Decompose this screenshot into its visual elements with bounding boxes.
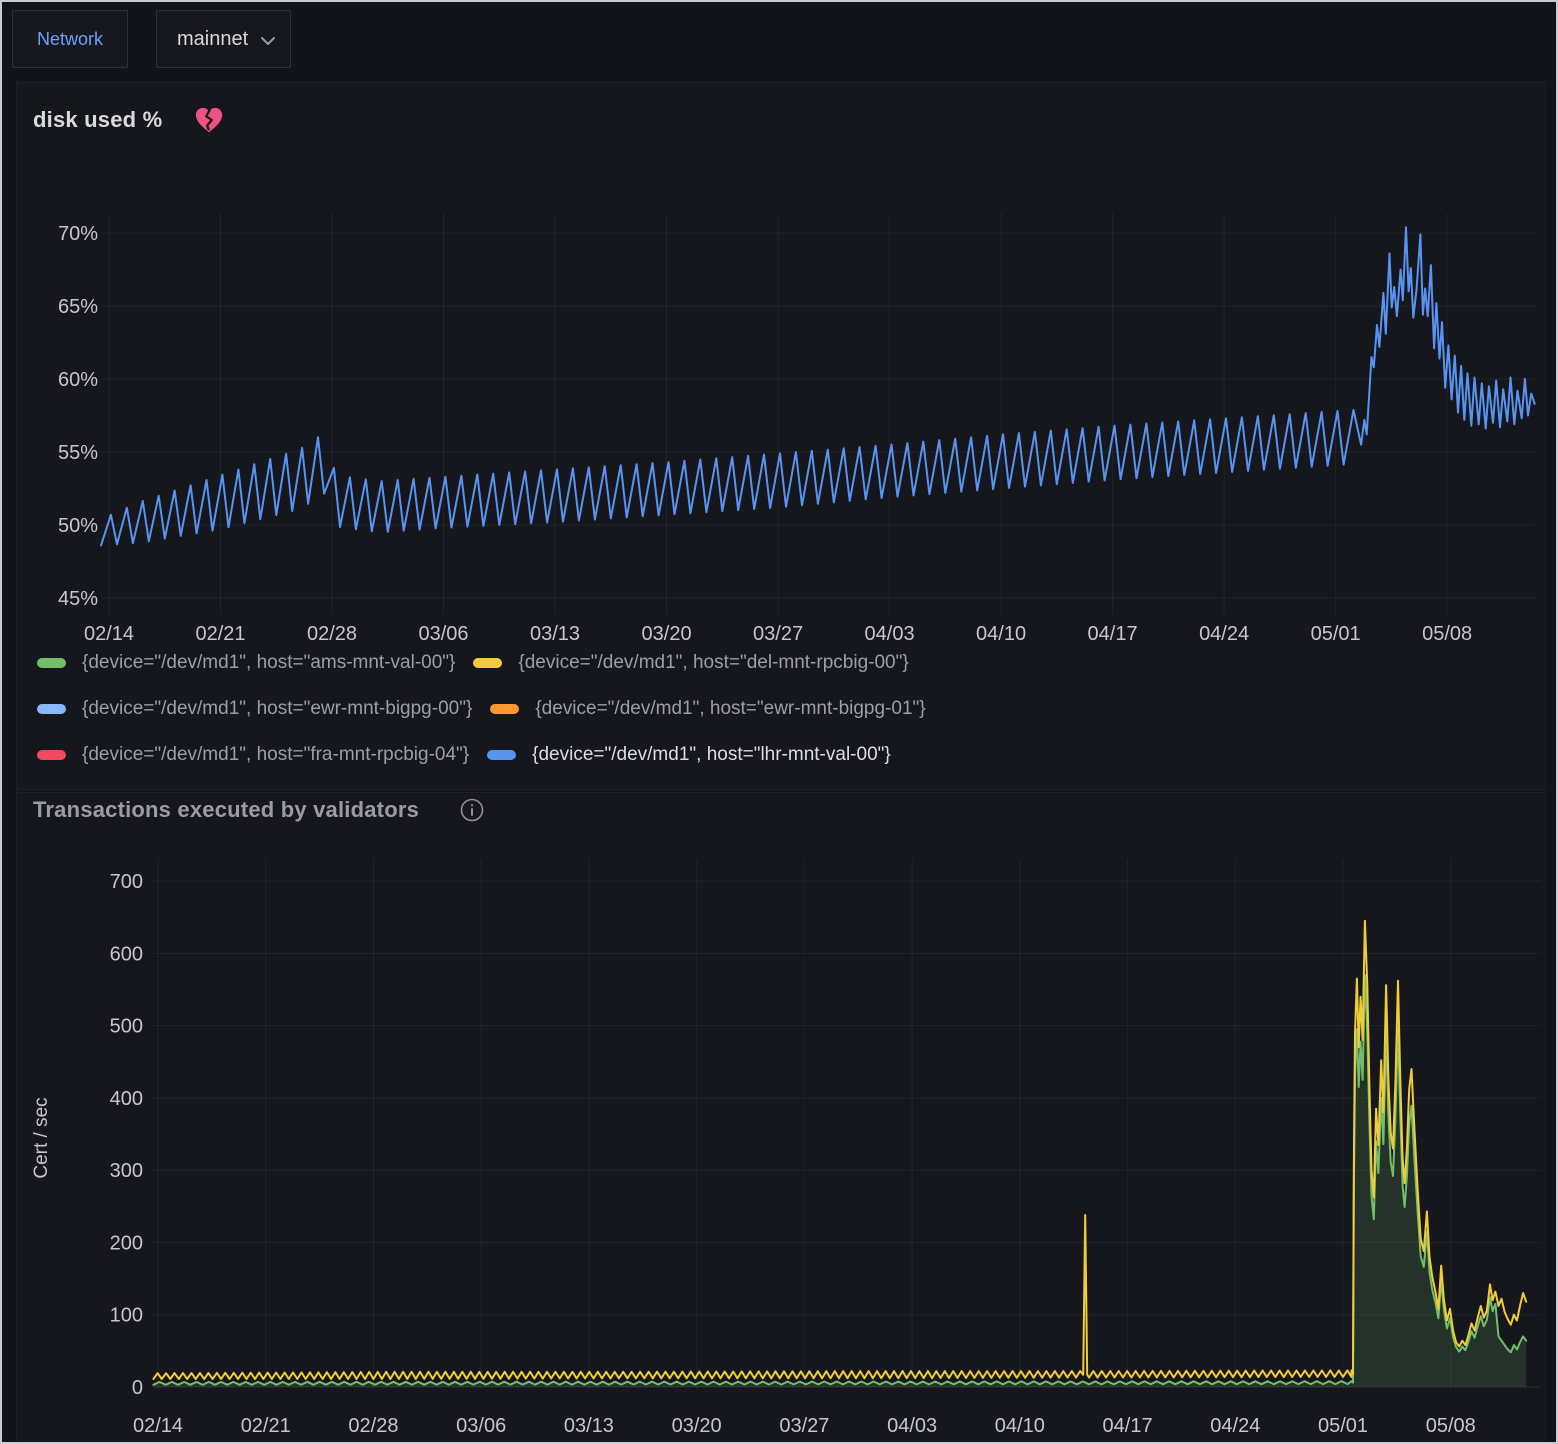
network-variable-dropdown[interactable]: mainnet: [156, 10, 291, 68]
legend-label: {device="/dev/md1", host="ewr-mnt-bigpg-…: [82, 698, 472, 720]
svg-text:04/03: 04/03: [887, 1415, 937, 1437]
network-variable-label: Network: [13, 29, 127, 50]
svg-text:50%: 50%: [58, 515, 98, 537]
legend-swatch-icon: [487, 750, 516, 760]
svg-text:05/08: 05/08: [1422, 623, 1472, 645]
legend-item[interactable]: {device="/dev/md1", host="del-mnt-rpcbig…: [473, 652, 908, 674]
info-icon[interactable]: [459, 797, 485, 823]
legend-swatch-icon: [473, 658, 502, 668]
legend-label: {device="/dev/md1", host="ams-mnt-val-00…: [82, 652, 455, 674]
svg-text:05/01: 05/01: [1311, 623, 1361, 645]
panel-title-transactions: Transactions executed by validators: [33, 797, 419, 823]
svg-text:400: 400: [110, 1088, 143, 1110]
svg-text:04/10: 04/10: [995, 1415, 1045, 1437]
svg-text:70%: 70%: [58, 223, 98, 245]
legend-row: {device="/dev/md1", host="ewr-mnt-bigpg-…: [37, 697, 944, 721]
svg-text:500: 500: [110, 1016, 143, 1038]
svg-text:02/28: 02/28: [307, 623, 357, 645]
legend-row: {device="/dev/md1", host="ams-mnt-val-00…: [37, 651, 944, 675]
legend-item[interactable]: {device="/dev/md1", host="fra-mnt-rpcbig…: [37, 744, 469, 766]
transactions-chart[interactable]: 0 100 200 300 400 500 600 700 02/14 02/21 02/28 03/…: [17, 793, 1545, 1443]
svg-text:65%: 65%: [58, 296, 98, 318]
svg-text:03/27: 03/27: [779, 1415, 829, 1437]
svg-text:03/06: 03/06: [418, 623, 468, 645]
legend-row: {device="/dev/md1", host="fra-mnt-rpcbig…: [37, 743, 944, 767]
legend-label: {device="/dev/md1", host="lhr-mnt-val-00…: [532, 744, 891, 766]
chevron-down-icon: [260, 36, 276, 46]
svg-text:03/13: 03/13: [564, 1415, 614, 1437]
svg-text:04/03: 04/03: [865, 623, 915, 645]
legend-item[interactable]: {device="/dev/md1", host="ams-mnt-val-00…: [37, 652, 455, 674]
legend-item[interactable]: {device="/dev/md1", host="ewr-mnt-bigpg-…: [37, 698, 472, 720]
svg-text:03/13: 03/13: [530, 623, 580, 645]
svg-text:0: 0: [132, 1377, 143, 1399]
legend-label: {device="/dev/md1", host="ewr-mnt-bigpg-…: [535, 698, 925, 720]
svg-text:600: 600: [110, 943, 143, 965]
svg-text:03/27: 03/27: [753, 623, 803, 645]
svg-text:700: 700: [110, 871, 143, 893]
legend-swatch-icon: [37, 658, 66, 668]
legend-item[interactable]: {device="/dev/md1", host="ewr-mnt-bigpg-…: [490, 698, 925, 720]
svg-text:300: 300: [110, 1160, 143, 1182]
svg-text:55%: 55%: [58, 442, 98, 464]
network-variable-value: mainnet: [157, 28, 254, 51]
panel-disk-used: disk used % 45% 50% 55% 60% 65% 70% 02/14 02/21…: [16, 82, 1546, 790]
svg-text:03/06: 03/06: [456, 1415, 506, 1437]
svg-text:04/10: 04/10: [976, 623, 1026, 645]
svg-text:02/14: 02/14: [133, 1415, 183, 1437]
legend-swatch-icon: [490, 704, 519, 714]
svg-text:04/17: 04/17: [1103, 1415, 1153, 1437]
svg-text:02/14: 02/14: [84, 623, 134, 645]
legend-label: {device="/dev/md1", host="fra-mnt-rpcbig…: [82, 744, 469, 766]
y-axis-label: Cert / sec: [31, 1097, 52, 1178]
svg-text:03/20: 03/20: [642, 623, 692, 645]
legend-swatch-icon: [37, 704, 66, 714]
legend-label: {device="/dev/md1", host="del-mnt-rpcbig…: [518, 652, 908, 674]
svg-text:100: 100: [110, 1305, 143, 1327]
panel-title-disk-used: disk used %: [33, 107, 162, 133]
svg-text:05/08: 05/08: [1426, 1415, 1476, 1437]
svg-text:60%: 60%: [58, 369, 98, 391]
svg-text:02/21: 02/21: [195, 623, 245, 645]
legend-item[interactable]: {device="/dev/md1", host="lhr-mnt-val-00…: [487, 744, 891, 766]
broken-heart-icon: [194, 105, 224, 135]
dashboard-page: Network mainnet disk used % 45% 50% 55% 60%…: [0, 0, 1558, 1444]
svg-text:04/24: 04/24: [1199, 623, 1249, 645]
svg-text:03/20: 03/20: [672, 1415, 722, 1437]
svg-text:45%: 45%: [58, 588, 98, 610]
svg-text:04/17: 04/17: [1088, 623, 1138, 645]
disk-used-legend: {device="/dev/md1", host="ams-mnt-val-00…: [37, 651, 944, 789]
legend-swatch-icon: [37, 750, 66, 760]
svg-text:200: 200: [110, 1232, 143, 1254]
svg-text:02/21: 02/21: [241, 1415, 291, 1437]
svg-text:02/28: 02/28: [348, 1415, 398, 1437]
network-variable-box[interactable]: Network: [12, 10, 128, 68]
panel-transactions: Transactions executed by validators 0 100…: [16, 792, 1546, 1444]
svg-text:04/24: 04/24: [1210, 1415, 1260, 1437]
svg-text:05/01: 05/01: [1318, 1415, 1368, 1437]
